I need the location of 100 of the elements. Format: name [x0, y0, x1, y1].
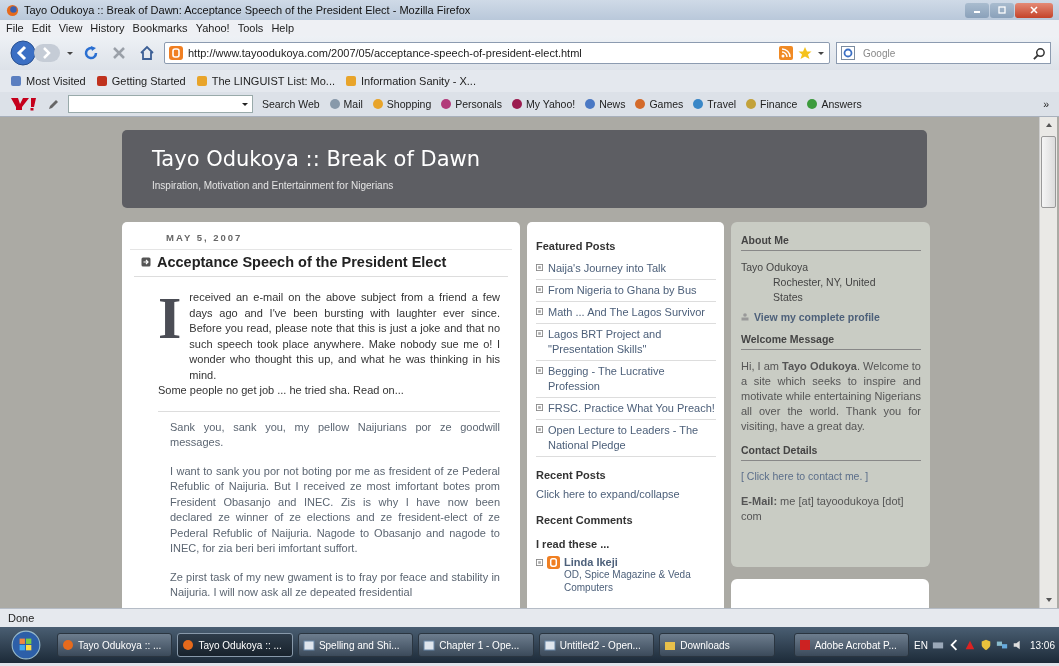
- pencil-icon[interactable]: [47, 98, 59, 110]
- section-heading: Recent Comments: [536, 514, 634, 526]
- app-icon: [423, 639, 436, 651]
- toolbar-icon: [584, 98, 597, 110]
- menu-item[interactable]: History: [90, 22, 125, 34]
- address-bar[interactable]: http://www.tayoodukoya.com/2007/05/acceptance-speech-of-president-elect.html: [164, 42, 830, 64]
- menu-item[interactable]: File: [6, 22, 24, 34]
- toolbar-item[interactable]: Shopping: [371, 98, 432, 110]
- search-icon[interactable]: [1033, 46, 1046, 60]
- toolbar-item[interactable]: Answers: [806, 98, 862, 110]
- back-button[interactable]: [10, 40, 36, 66]
- yahoo-logo-icon[interactable]: [10, 97, 38, 111]
- speech-paragraph: Sank you, sank you, my pellow Naijurians por ze goodwill messages.: [170, 419, 500, 450]
- toolbar-icon: [745, 98, 758, 110]
- section-heading: Welcome Message: [741, 333, 921, 350]
- bullet-icon: [536, 330, 543, 337]
- search-web-button[interactable]: Search Web: [262, 98, 320, 110]
- featured-post-link[interactable]: From Nigeria to Ghana by Bus: [548, 283, 697, 298]
- featured-post-link[interactable]: FRSC. Practice What You Preach!: [548, 401, 715, 416]
- shield-icon[interactable]: [979, 639, 992, 651]
- window-title: Tayo Odukoya :: Break of Dawn: Acceptance Speech of the President Elect - Mozilla Firefox: [24, 4, 472, 16]
- bullet-icon: [536, 426, 543, 433]
- app-icon: [62, 639, 74, 651]
- status-text: Done: [8, 612, 35, 624]
- person-icon: [741, 313, 749, 321]
- rss-icon[interactable]: [779, 46, 793, 60]
- bullet-icon: [536, 404, 543, 411]
- start-button[interactable]: [10, 629, 42, 661]
- bullet-icon: [536, 559, 543, 566]
- caret-icon[interactable]: [66, 49, 74, 57]
- featured-post-link[interactable]: Begging - The Lucrative Profession: [548, 364, 716, 394]
- scroll-down-icon[interactable]: [1044, 596, 1053, 604]
- expand-collapse-link[interactable]: Click here to expand/collapse: [536, 487, 680, 502]
- toolbar-item[interactable]: Games: [634, 98, 684, 110]
- blog-title[interactable]: Tayo Odukoya :: Break of Dawn: [152, 147, 927, 171]
- menu-item[interactable]: Bookmarks: [132, 22, 188, 34]
- scrollbar-thumb[interactable]: [1041, 136, 1056, 208]
- network-icon[interactable]: [995, 639, 1008, 651]
- bookmark-item[interactable]: Most Visited: [10, 75, 86, 87]
- email-text: E-Mail: me [at] tayoodukoya [dot] com: [741, 494, 905, 524]
- taskbar-button[interactable]: Tayo Odukoya :: ...: [177, 633, 293, 657]
- taskbar-button[interactable]: Downloads: [659, 633, 775, 657]
- section-heading: Contact Details: [741, 444, 921, 461]
- post-title[interactable]: Acceptance Speech of the President Elect: [157, 254, 447, 270]
- scrollbar[interactable]: [1039, 117, 1057, 608]
- bullet-icon: [536, 286, 543, 293]
- toolbar-item[interactable]: Finance: [745, 98, 798, 110]
- bookmark-icon: [10, 75, 22, 87]
- arrow-icon: [141, 257, 151, 267]
- toolbar-item[interactable]: News: [584, 98, 626, 110]
- featured-post-link[interactable]: Open Lecture to Leaders - The National Pledge: [548, 423, 716, 453]
- intro-paragraph: Some people no get job ... he tried sha. Read on...: [157, 383, 405, 398]
- taskbar-button[interactable]: Tayo Odukoya :: ...: [57, 633, 173, 657]
- taskbar-button[interactable]: Chapter 1 - Ope...: [418, 633, 534, 657]
- star-icon[interactable]: [798, 46, 812, 60]
- scroll-up-icon[interactable]: [1044, 121, 1053, 129]
- blog-description: OD, Spice Magazine & Veda Computers: [564, 568, 692, 594]
- search-engine-icon[interactable]: [841, 46, 857, 60]
- menu-item[interactable]: Help: [271, 22, 294, 34]
- blog-link[interactable]: Linda Ikeji: [564, 556, 716, 568]
- featured-post-link[interactable]: Naija's Journey into Talk: [548, 261, 667, 276]
- app-icon: [182, 639, 195, 651]
- close-button[interactable]: [1015, 2, 1053, 18]
- keyboard-icon[interactable]: [931, 639, 944, 651]
- bookmark-item[interactable]: Getting Started: [95, 75, 186, 87]
- home-icon[interactable]: [139, 45, 155, 61]
- featured-post-link[interactable]: Math ... And The Lagos Survivor: [548, 305, 705, 320]
- taskbar-button[interactable]: Adobe Acrobat P...: [793, 633, 910, 657]
- reload-icon[interactable]: [83, 45, 99, 61]
- toolbar-item[interactable]: Personals: [440, 98, 502, 110]
- toolbar-item[interactable]: Travel: [692, 98, 737, 110]
- toolbar-item[interactable]: My Yahoo!: [510, 98, 576, 110]
- menu-item[interactable]: Edit: [31, 22, 51, 34]
- menu-item[interactable]: Yahoo!: [195, 22, 230, 34]
- profile-link[interactable]: View my complete profile: [754, 311, 880, 323]
- bookmark-item[interactable]: The LINGUIST List: Mo...: [195, 75, 335, 87]
- browser-globe-icon: [6, 3, 19, 17]
- search-field[interactable]: [68, 95, 253, 113]
- drop-cap: I: [158, 290, 182, 346]
- language-indicator[interactable]: EN: [914, 639, 928, 651]
- maximize-icon: [997, 6, 1007, 14]
- app-icon: [798, 639, 811, 651]
- bookmark-item[interactable]: Information Sanity - X...: [345, 75, 476, 87]
- taskbar-button[interactable]: Untitled2 - Open...: [538, 633, 655, 657]
- app-icon: [664, 639, 677, 651]
- minimize-button[interactable]: [965, 2, 989, 18]
- more-button[interactable]: »: [1043, 98, 1049, 110]
- bullet-icon: [536, 264, 543, 271]
- menu-item[interactable]: View: [58, 22, 83, 34]
- toolbar-icon: [510, 98, 523, 110]
- caret-icon[interactable]: [817, 49, 825, 57]
- menu-item[interactable]: Tools: [237, 22, 264, 34]
- welcome-text: Hi, I am Tayo Odukoya. Welcome to a site which seeks to inspire and motivate while entertaining Nigerians all over the world. Thank you for visiting, have a great day.: [741, 359, 921, 434]
- featured-post-link[interactable]: Lagos BRT Project and "Presentation Skills": [548, 327, 716, 357]
- author-name: Tayo Odukoya: [741, 260, 810, 275]
- taskbar-button[interactable]: Spelling and Shi...: [297, 633, 414, 657]
- caret-icon[interactable]: [241, 100, 249, 108]
- toolbar-item[interactable]: Mail: [328, 98, 363, 110]
- search-box[interactable]: Google: [836, 42, 1051, 64]
- bookmark-icon: [195, 75, 208, 87]
